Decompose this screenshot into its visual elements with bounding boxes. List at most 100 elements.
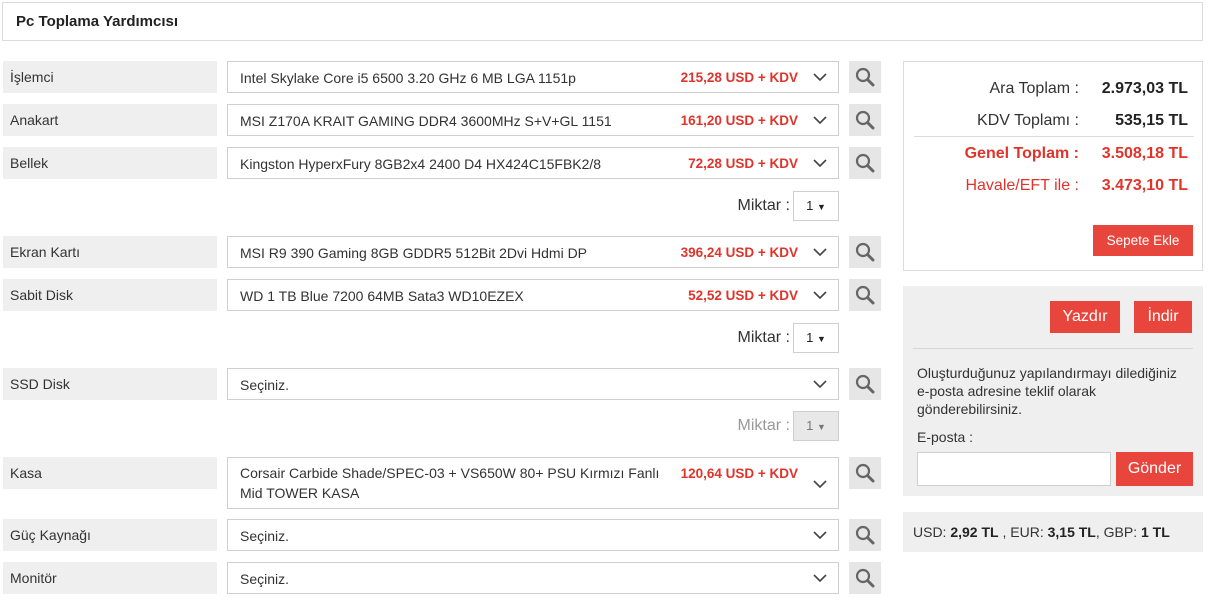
component-select-monitor[interactable]: Seçiniz. — [227, 562, 839, 594]
chevron-down-icon — [813, 248, 827, 257]
quantity-select-ssd: 1 ▼ — [793, 411, 839, 441]
product-price: 396,24 USD + KDV — [680, 245, 798, 260]
share-divider — [913, 348, 1193, 349]
gbp-label: , GBP: — [1095, 524, 1138, 540]
search-button[interactable] — [849, 562, 881, 594]
selected-product: Seçiniz. — [240, 377, 290, 393]
vat-value: 535,15 TL — [1115, 112, 1188, 129]
search-button[interactable] — [849, 147, 881, 179]
search-icon — [855, 285, 875, 305]
component-select-case[interactable]: Corsair Carbide Shade/SPEC-03 + VS650W 8… — [227, 457, 839, 509]
eur-label: , EUR: — [1002, 524, 1044, 540]
component-label: Güç Kaynağı — [3, 519, 217, 551]
selected-product: MSI R9 390 Gaming 8GB GDDR5 512Bit 2Dvi … — [240, 245, 588, 261]
selected-product: Seçiniz. — [240, 528, 290, 544]
chevron-down-icon — [813, 380, 827, 389]
subtotal-label: Ara Toplam : — [989, 80, 1079, 97]
summary-divider — [914, 136, 1194, 137]
gbp-rate: 1 TL — [1140, 524, 1170, 540]
grand-total-label: Genel Toplam : — [964, 145, 1079, 162]
component-label: Monitör — [3, 562, 217, 594]
component-select-ssd[interactable]: Seçiniz. — [227, 368, 839, 400]
search-icon — [855, 67, 875, 87]
usd-label: USD: — [913, 524, 947, 540]
search-icon — [855, 242, 875, 262]
search-button[interactable] — [849, 104, 881, 136]
product-price: 215,28 USD + KDV — [680, 70, 798, 85]
quantity-value: 1 — [806, 198, 814, 213]
usd-rate: 2,92 TL — [950, 524, 999, 540]
component-label: Anakart — [3, 104, 217, 136]
component-select-hdd[interactable]: WD 1 TB Blue 7200 64MB Sata3 WD10EZEX 52… — [227, 279, 839, 311]
selected-product: Intel Skylake Core i5 6500 3.20 GHz 6 MB… — [240, 70, 576, 86]
caret-down-icon: ▼ — [816, 334, 826, 344]
caret-down-icon: ▼ — [816, 202, 826, 212]
subtotal-line: Ara Toplam : 2.973,03 TL — [904, 77, 1204, 101]
transfer-label: Havale/EFT ile : — [965, 177, 1079, 194]
quantity-label: Miktar : — [737, 197, 790, 214]
component-select-cpu[interactable]: Intel Skylake Core i5 6500 3.20 GHz 6 MB… — [227, 61, 839, 93]
page-header: Pc Toplama Yardımcısı — [2, 2, 1203, 41]
component-label: Kasa — [3, 457, 217, 489]
share-description: Oluşturduğunuz yapılandırmayı dilediğini… — [917, 365, 1177, 417]
component-label: Bellek — [3, 147, 217, 179]
search-button[interactable] — [849, 519, 881, 551]
quantity-value: 1 — [806, 330, 814, 345]
page-title: Pc Toplama Yardımcısı — [16, 13, 179, 30]
quantity-select-hdd[interactable]: 1 ▼ — [793, 323, 839, 353]
chevron-down-icon — [813, 531, 827, 540]
search-button[interactable] — [849, 61, 881, 93]
grand-total-value: 3.508,18 TL — [1101, 145, 1188, 162]
vat-label: KDV Toplamı : — [977, 112, 1079, 129]
search-icon — [855, 374, 875, 394]
component-select-motherboard[interactable]: MSI Z170A KRAIT GAMING DDR4 3600MHz S+V+… — [227, 104, 839, 136]
product-price: 72,28 USD + KDV — [688, 156, 798, 171]
component-select-memory[interactable]: Kingston HyperxFury 8GB2x4 2400 D4 HX424… — [227, 147, 839, 179]
component-label: SSD Disk — [3, 368, 217, 400]
selected-product: Corsair Carbide Shade/SPEC-03 + VS650W 8… — [240, 465, 660, 501]
download-button[interactable]: İndir — [1134, 301, 1192, 333]
search-button[interactable] — [849, 236, 881, 268]
chevron-down-icon — [813, 574, 827, 583]
component-select-gpu[interactable]: MSI R9 390 Gaming 8GB GDDR5 512Bit 2Dvi … — [227, 236, 839, 268]
subtotal-value: 2.973,03 TL — [1101, 80, 1188, 97]
chevron-down-icon — [813, 480, 827, 489]
search-button[interactable] — [849, 457, 881, 489]
search-icon — [855, 110, 875, 130]
chevron-down-icon — [813, 159, 827, 168]
selected-product: WD 1 TB Blue 7200 64MB Sata3 WD10EZEX — [240, 288, 524, 304]
product-price: 120,64 USD + KDV — [680, 466, 798, 481]
price-summary: Ara Toplam : 2.973,03 TL KDV Toplamı : 5… — [903, 61, 1203, 271]
quantity-hdd: Miktar : 1 ▼ — [0, 323, 840, 353]
component-label: Sabit Disk — [3, 279, 217, 311]
selected-product: Kingston HyperxFury 8GB2x4 2400 D4 HX424… — [240, 156, 602, 172]
chevron-down-icon — [813, 291, 827, 300]
quantity-value: 1 — [806, 418, 814, 433]
email-field[interactable] — [917, 452, 1111, 486]
caret-down-icon: ▼ — [816, 422, 826, 432]
share-panel: Yazdır İndir Oluşturduğunuz yapılandırma… — [903, 286, 1203, 496]
quantity-ssd: Miktar : 1 ▼ — [0, 411, 840, 441]
search-icon — [855, 568, 875, 588]
add-to-cart-button[interactable]: Sepete Ekle — [1093, 225, 1193, 256]
search-button[interactable] — [849, 368, 881, 400]
product-price: 52,52 USD + KDV — [688, 288, 798, 303]
transfer-total-line: Havale/EFT ile : 3.473,10 TL — [904, 174, 1204, 198]
selected-product: Seçiniz. — [240, 571, 290, 587]
quantity-label: Miktar : — [737, 417, 790, 434]
chevron-down-icon — [813, 73, 827, 82]
transfer-value: 3.473,10 TL — [1101, 177, 1188, 194]
quantity-select-memory[interactable]: 1 ▼ — [793, 191, 839, 221]
component-select-psu[interactable]: Seçiniz. — [227, 519, 839, 551]
search-icon — [855, 525, 875, 545]
product-price: 161,20 USD + KDV — [680, 113, 798, 128]
component-label: Ekran Kartı — [3, 236, 217, 268]
eur-rate: 3,15 TL — [1047, 524, 1096, 540]
grand-total-line: Genel Toplam : 3.508,18 TL — [904, 142, 1204, 166]
chevron-down-icon — [813, 116, 827, 125]
send-button[interactable]: Gönder — [1116, 452, 1193, 486]
search-icon — [855, 463, 875, 483]
print-button[interactable]: Yazdır — [1050, 301, 1120, 333]
search-button[interactable] — [849, 279, 881, 311]
vat-line: KDV Toplamı : 535,15 TL — [904, 109, 1204, 133]
